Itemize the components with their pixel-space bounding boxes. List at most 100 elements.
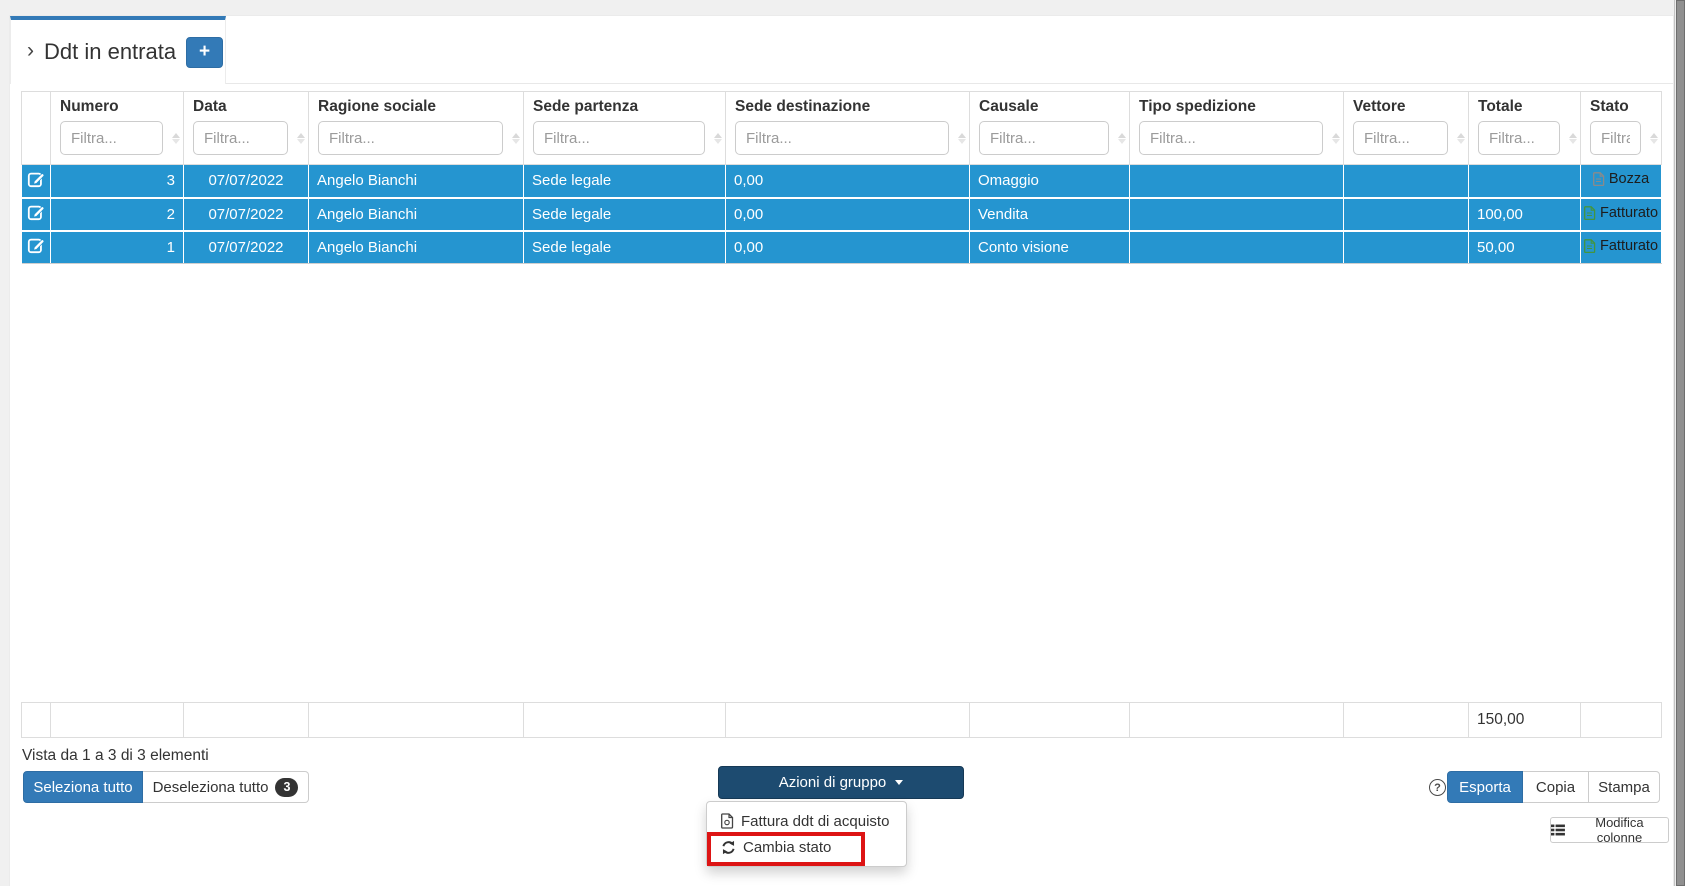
- cell-numero: 3: [51, 165, 184, 198]
- edit-columns-button[interactable]: Modifica colonne: [1550, 817, 1669, 843]
- chevron-right-icon: ›: [27, 39, 34, 63]
- column-header-vettore[interactable]: Vettore: [1344, 92, 1469, 165]
- add-ddt-button[interactable]: +: [186, 37, 223, 68]
- caret-up-icon: [297, 133, 305, 138]
- sort-carets-icon[interactable]: [1331, 133, 1341, 144]
- table-row[interactable]: 307/07/2022Angelo BianchiSede legale0,00…: [22, 165, 1662, 198]
- cell-totale: 100,00: [1469, 198, 1581, 231]
- sort-carets-icon[interactable]: [1568, 133, 1578, 144]
- cell-vettore: [1344, 165, 1469, 198]
- select-all-button[interactable]: Seleziona tutto: [23, 771, 143, 803]
- filter-input-totale[interactable]: [1478, 121, 1560, 155]
- cell-sede_destinazione: 0,00: [726, 198, 970, 231]
- column-header-ragione_sociale[interactable]: Ragione sociale: [309, 92, 524, 165]
- filter-input-numero[interactable]: [60, 121, 163, 155]
- help-icon[interactable]: ?: [1429, 779, 1446, 796]
- page: › Ddt in entrata + Numero Data Ragione soc…: [0, 0, 1685, 886]
- status-badge: Fatturato: [1600, 238, 1658, 254]
- tabstrip-divider: [226, 83, 1673, 84]
- table-header: Numero Data Ragione sociale Sede partenzaSe…: [22, 92, 1662, 165]
- edit-row-button[interactable]: [22, 231, 51, 264]
- filter-input-sede_destinazione[interactable]: [735, 121, 949, 155]
- cell-tipo_spedizione: [1130, 198, 1344, 231]
- cell-sede_partenza: Sede legale: [524, 231, 726, 264]
- edit-row-icon: [27, 236, 45, 254]
- filter-input-vettore[interactable]: [1353, 121, 1448, 155]
- export-button-group: Esporta Copia Stampa: [1447, 771, 1660, 803]
- menu-item-cambia-stato[interactable]: Cambia stato: [707, 834, 906, 860]
- caret-down-icon: [895, 780, 903, 785]
- footer-cell-sede_destinazione: [726, 703, 970, 738]
- column-label: Ragione sociale: [318, 98, 514, 116]
- table-row[interactable]: 107/07/2022Angelo BianchiSede legale0,00…: [22, 231, 1662, 264]
- file-icon: [1584, 239, 1596, 253]
- filter-input-causale[interactable]: [979, 121, 1109, 155]
- column-header-causale[interactable]: Causale: [970, 92, 1130, 165]
- caret-down-icon: [172, 139, 180, 144]
- footer-cell-numero: [51, 703, 184, 738]
- cell-sede_destinazione: 0,00: [726, 165, 970, 198]
- menu-item-label: Cambia stato: [743, 839, 831, 856]
- cell-data: 07/07/2022: [184, 198, 309, 231]
- column-header-sede_destinazione[interactable]: Sede destinazione: [726, 92, 970, 165]
- column-label: Causale: [979, 98, 1120, 116]
- sort-carets-icon[interactable]: [171, 133, 181, 144]
- caret-up-icon: [958, 133, 966, 138]
- menu-item-fattura-ddt[interactable]: Fattura ddt di acquisto: [707, 808, 906, 834]
- filter-input-stato[interactable]: [1590, 121, 1641, 155]
- caret-up-icon: [1332, 133, 1340, 138]
- footer-cell-vettore: [1344, 703, 1469, 738]
- sort-carets-icon[interactable]: [1117, 133, 1127, 144]
- footer-cell-causale: [970, 703, 1130, 738]
- cell-ragione_sociale: Angelo Bianchi: [309, 165, 524, 198]
- deselect-all-label: Deseleziona tutto: [153, 779, 269, 796]
- cell-stato: Fatturato: [1581, 231, 1662, 264]
- filter-input-data[interactable]: [193, 121, 288, 155]
- column-label: Data: [193, 98, 299, 116]
- column-header-tipo_spedizione[interactable]: Tipo spedizione: [1130, 92, 1344, 165]
- footer-cell-select: [22, 703, 51, 738]
- group-actions-dropdown-button[interactable]: Azioni di gruppo: [718, 766, 964, 799]
- group-actions-label: Azioni di gruppo: [779, 774, 887, 791]
- column-header-numero[interactable]: Numero: [51, 92, 184, 165]
- cell-totale: [1469, 165, 1581, 198]
- scrollbar-thumb[interactable]: [1676, 0, 1685, 886]
- filter-input-sede_partenza[interactable]: [533, 121, 705, 155]
- sort-carets-icon[interactable]: [511, 133, 521, 144]
- deselect-all-button[interactable]: Deseleziona tutto 3: [143, 771, 309, 803]
- caret-down-icon: [714, 139, 722, 144]
- column-header-totale[interactable]: Totale: [1469, 92, 1581, 165]
- sort-carets-icon[interactable]: [296, 133, 306, 144]
- column-header-data[interactable]: Data: [184, 92, 309, 165]
- cell-sede_partenza: Sede legale: [524, 165, 726, 198]
- print-button[interactable]: Stampa: [1589, 771, 1660, 803]
- cell-numero: 1: [51, 231, 184, 264]
- caret-up-icon: [172, 133, 180, 138]
- column-header-sede_partenza[interactable]: Sede partenza: [524, 92, 726, 165]
- export-button[interactable]: Esporta: [1447, 771, 1523, 803]
- copy-button[interactable]: Copia: [1523, 771, 1589, 803]
- footer-cell-stato: [1581, 703, 1662, 738]
- column-label: Totale: [1478, 98, 1571, 116]
- sort-carets-icon[interactable]: [957, 133, 967, 144]
- sort-carets-icon[interactable]: [1456, 133, 1466, 144]
- column-header-stato[interactable]: Stato: [1581, 92, 1662, 165]
- tab-ddt-in-entrata[interactable]: › Ddt in entrata +: [10, 16, 226, 84]
- table-row[interactable]: 207/07/2022Angelo BianchiSede legale0,00…: [22, 198, 1662, 231]
- caret-up-icon: [714, 133, 722, 138]
- cell-totale: 50,00: [1469, 231, 1581, 264]
- column-label: Tipo spedizione: [1139, 98, 1334, 116]
- sort-carets-icon[interactable]: [1649, 133, 1659, 144]
- cell-vettore: [1344, 231, 1469, 264]
- file-icon: [1593, 172, 1605, 186]
- edit-columns-label: Modifica colonne: [1571, 815, 1668, 845]
- filter-input-tipo_spedizione[interactable]: [1139, 121, 1323, 155]
- file-icon: [1584, 206, 1596, 220]
- edit-row-button[interactable]: [22, 165, 51, 198]
- edit-row-button[interactable]: [22, 198, 51, 231]
- sort-carets-icon[interactable]: [713, 133, 723, 144]
- vertical-scrollbar[interactable]: [1674, 0, 1685, 886]
- filter-input-ragione_sociale[interactable]: [318, 121, 503, 155]
- caret-down-icon: [1332, 139, 1340, 144]
- caret-up-icon: [1457, 133, 1465, 138]
